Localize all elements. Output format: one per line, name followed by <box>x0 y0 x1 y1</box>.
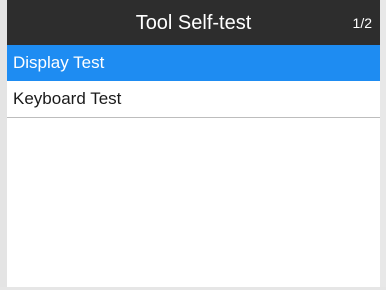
menu-list: Display Test Keyboard Test <box>7 45 380 118</box>
menu-item-keyboard-test[interactable]: Keyboard Test <box>7 81 380 118</box>
title-bar: Tool Self-test 1/2 <box>7 0 380 45</box>
screen-bezel-right <box>380 0 386 290</box>
page-indicator: 1/2 <box>352 15 372 31</box>
screen-bezel-left <box>0 0 7 290</box>
menu-item-display-test[interactable]: Display Test <box>7 45 380 81</box>
page-title: Tool Self-test <box>135 12 252 34</box>
scan-tool-screen: Tool Self-test 1/2 Display Test Keyboard… <box>0 0 386 290</box>
